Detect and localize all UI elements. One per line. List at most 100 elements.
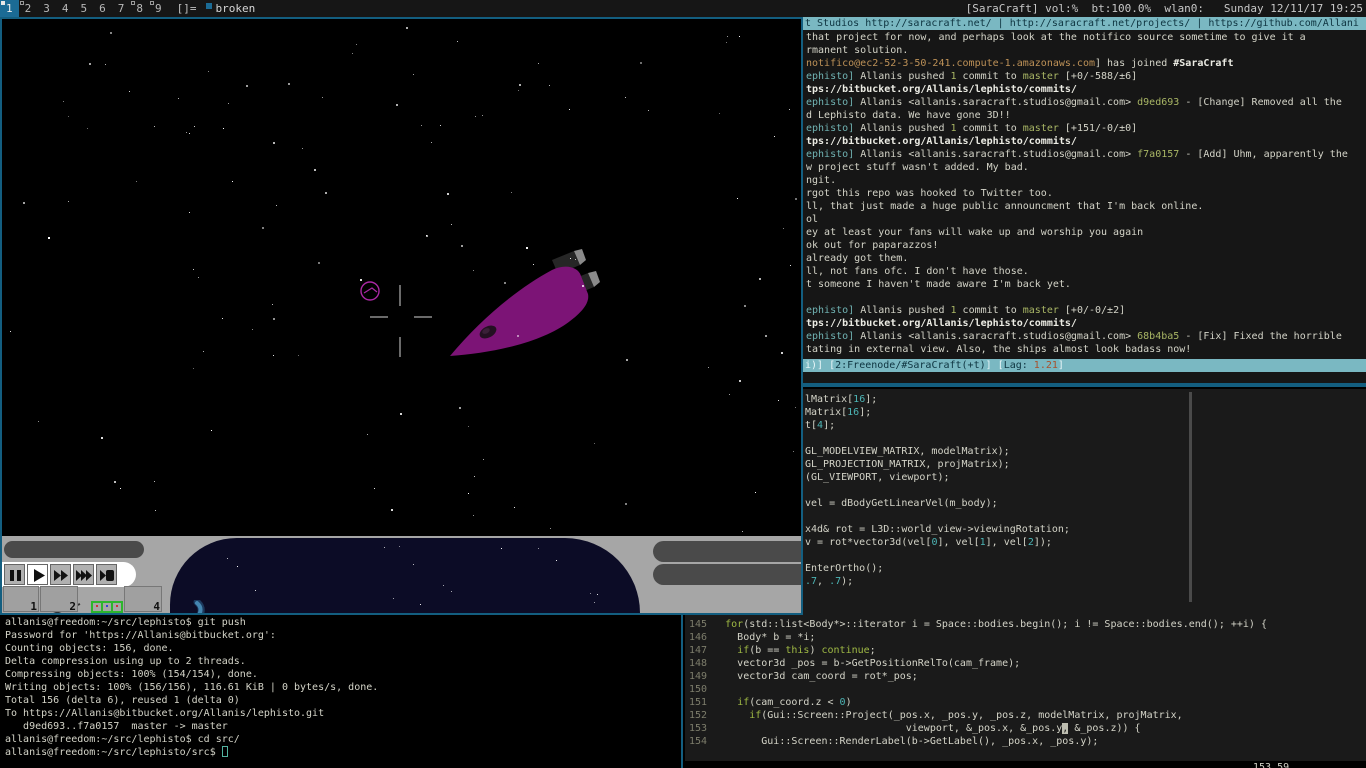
irc-line: rmanent solution. [803, 44, 1366, 57]
star [63, 101, 64, 102]
time-ff4-button[interactable] [96, 564, 117, 585]
irc-window[interactable]: t Studios http://saracraft.net/ | http:/… [803, 17, 1366, 385]
vim-line: 154 Gui::Screen::RenderLabel(b->GetLabel… [685, 735, 1366, 748]
star [482, 115, 483, 116]
terminal-line: allanis@freedom:~/src/lephisto$ cd src/ [0, 733, 681, 746]
hud-message-bar [4, 541, 144, 558]
star [793, 451, 794, 452]
star [519, 84, 521, 86]
time-ff3-button[interactable] [73, 564, 94, 585]
tag-2[interactable]: 2 [19, 0, 38, 17]
vim-line: 153 viewport, &_pos.x, &_pos.y, &_pos.z)… [685, 722, 1366, 735]
star [273, 355, 274, 356]
terminal-cursor[interactable] [222, 746, 228, 757]
tag-8[interactable]: 8 [130, 0, 149, 17]
layout-indicator[interactable]: []= [168, 2, 206, 15]
star [783, 228, 784, 229]
star [739, 380, 741, 382]
star [594, 443, 595, 444]
star [38, 421, 39, 422]
star [795, 407, 796, 408]
pause-icon [5, 565, 24, 584]
irc-line: ok out for paparazzos! [803, 239, 1366, 252]
star [136, 181, 137, 182]
star [406, 27, 408, 29]
star [272, 304, 273, 305]
irc-line: rgot this repo was hooked to Twitter too… [803, 187, 1366, 200]
vim-ruler: 153,59 61% [685, 748, 1366, 761]
star [457, 41, 458, 42]
tag-1[interactable]: 1 [0, 0, 19, 17]
irc-line: ol [803, 213, 1366, 226]
vim-line: 147 if(b == this) continue; [685, 644, 1366, 657]
time-ff2-button[interactable] [50, 564, 71, 585]
game-viewport[interactable] [2, 19, 801, 536]
star [719, 113, 720, 114]
star [154, 126, 155, 127]
irc-line: ey at least your fans will wake up and w… [803, 226, 1366, 239]
irc-line: tating in external view. Also, the ships… [803, 343, 1366, 356]
radar-contact [590, 593, 591, 594]
star [391, 509, 393, 511]
tag-4[interactable]: 4 [56, 0, 75, 17]
radar-contact [420, 604, 421, 605]
star [352, 53, 353, 54]
irc-topic-bar: t Studios http://saracraft.net/ | http:/… [803, 17, 1366, 30]
crosshair-icon [370, 285, 432, 357]
star [626, 359, 628, 361]
radar-contact [501, 548, 502, 549]
star [302, 148, 303, 149]
dwm-bar: 123456789 []= broken [SaraCraft] vol:% b… [0, 0, 1366, 17]
star [10, 331, 11, 332]
irc-line: notifico@ec2-52-3-50-241.compute-1.amazo… [803, 57, 1366, 70]
game-window[interactable]: 1 2 [0, 17, 803, 615]
star [314, 169, 316, 171]
star [459, 407, 461, 409]
irc-line: d Lephisto data. We have gone 3D!! [803, 109, 1366, 122]
hud-slot-angle-button[interactable]: 1 [3, 586, 39, 612]
star [483, 459, 484, 460]
star [570, 258, 571, 259]
star [193, 368, 194, 369]
hud-right-bar-2 [653, 564, 801, 585]
time-pause-button[interactable] [4, 564, 25, 585]
game-scene [2, 19, 801, 536]
star [774, 136, 775, 137]
star [89, 63, 91, 65]
grid-icon [89, 600, 125, 613]
hud-slot-comms-button[interactable]: 4 [124, 586, 162, 612]
tag-6[interactable]: 6 [93, 0, 112, 17]
tag-5[interactable]: 5 [75, 0, 94, 17]
radar-contact [237, 566, 238, 567]
star [87, 128, 88, 129]
irc-line: already got them. [803, 252, 1366, 265]
tag-7[interactable]: 7 [112, 0, 131, 17]
radar-contact [384, 547, 385, 548]
star [518, 90, 519, 91]
star [648, 110, 649, 111]
hud-slot-grid-button[interactable]: 2 [40, 586, 78, 612]
star [194, 126, 195, 127]
tag-9[interactable]: 9 [149, 0, 168, 17]
tag-client-indicator [1, 1, 5, 5]
star [223, 128, 224, 129]
radar-contact [597, 594, 598, 595]
star [413, 74, 414, 75]
irc-line: ll, not fans ofc. I don't have those. [803, 265, 1366, 278]
terminal-line: Writing objects: 100% (156/156), 116.61 … [0, 681, 681, 694]
star [431, 142, 432, 143]
irc-line: that project for now, and perhaps look a… [803, 31, 1366, 44]
radar-contact [399, 546, 400, 547]
star [475, 116, 476, 117]
star [322, 97, 323, 98]
tag-3[interactable]: 3 [37, 0, 56, 17]
star [211, 430, 212, 431]
time-play-button[interactable] [27, 564, 48, 585]
star [708, 367, 709, 368]
irc-line: tps://bitbucket.org/Allanis/lephisto/com… [803, 83, 1366, 96]
star [276, 205, 277, 206]
terminal-window[interactable]: allanis@freedom:~/src/lephisto$ git push… [0, 615, 681, 768]
terminal-line: Total 156 (delta 6), reused 1 (delta 0) [0, 694, 681, 707]
star [550, 528, 551, 529]
player-ship [450, 249, 600, 356]
